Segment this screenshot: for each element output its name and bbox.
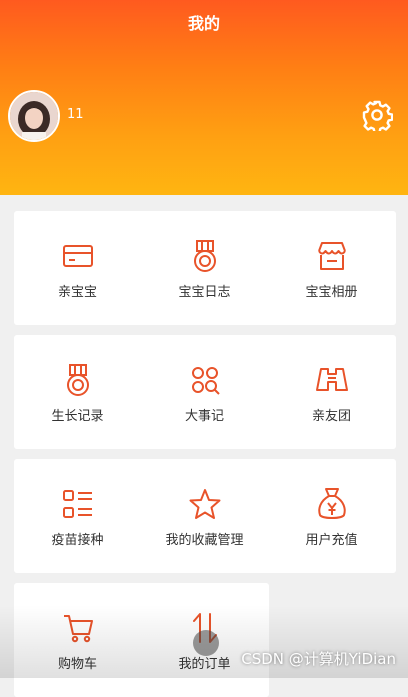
menu-item-vaccination[interactable]: 疫苗接种 — [14, 459, 141, 573]
profile-header: 我的 11 — [0, 0, 408, 195]
menu-item-baby-album[interactable]: 宝宝相册 — [268, 211, 395, 325]
menu-item-baby-diary[interactable]: 宝宝日志 — [141, 211, 268, 325]
card-icon — [61, 239, 95, 273]
username: 11 — [67, 107, 84, 122]
list-icon — [61, 487, 95, 521]
grid-search-icon — [188, 363, 222, 397]
medal-icon — [188, 239, 222, 273]
menu-card-2: 生长记录 大事记 亲友团 — [14, 335, 396, 449]
floating-home-button[interactable] — [193, 630, 219, 656]
menu-item-label: 生长记录 — [51, 409, 104, 424]
settings-button[interactable] — [360, 98, 394, 132]
menu-item-label: 亲友团 — [311, 409, 351, 424]
menu-item-label: 亲宝宝 — [57, 285, 97, 300]
avatar[interactable] — [8, 90, 60, 142]
page-title: 我的 — [187, 14, 220, 33]
menu-item-milestones[interactable]: 大事记 — [141, 335, 268, 449]
menu-item-label: 用户充值 — [305, 533, 358, 548]
menu-item-label: 购物车 — [57, 657, 97, 672]
medal-icon — [61, 363, 95, 397]
menu-item-growth-record[interactable]: 生长记录 — [14, 335, 141, 449]
store-icon — [315, 239, 349, 273]
menu-item-label: 我的收藏管理 — [165, 533, 244, 548]
menu-item-recharge[interactable]: 用户充值 — [268, 459, 395, 573]
watermark: CSDN @计算机YiDian — [241, 650, 396, 668]
gear-icon — [362, 100, 393, 131]
menu-item-favorites[interactable]: 我的收藏管理 — [141, 459, 268, 573]
menu-card-3: 疫苗接种 我的收藏管理 用户充值 — [14, 459, 396, 573]
cart-icon — [61, 611, 95, 645]
menu-card-4: 购物车 我的订单 — [14, 583, 269, 697]
menu-card-1: 亲宝宝 宝宝日志 宝宝相册 — [14, 211, 396, 325]
star-icon — [188, 487, 222, 521]
menu-item-family-group[interactable]: 亲友团 — [268, 335, 395, 449]
menu-item-label: 宝宝日志 — [178, 285, 231, 300]
menu-item-label: 宝宝相册 — [305, 285, 358, 300]
avatar-image — [10, 92, 58, 140]
money-bag-icon — [315, 487, 349, 521]
menu-item-shopping-cart[interactable]: 购物车 — [14, 583, 141, 697]
menu-item-qinbaobao[interactable]: 亲宝宝 — [14, 211, 141, 325]
binoculars-icon — [315, 363, 349, 397]
menu-item-label: 大事记 — [184, 409, 224, 424]
menu-item-label: 疫苗接种 — [51, 533, 104, 548]
